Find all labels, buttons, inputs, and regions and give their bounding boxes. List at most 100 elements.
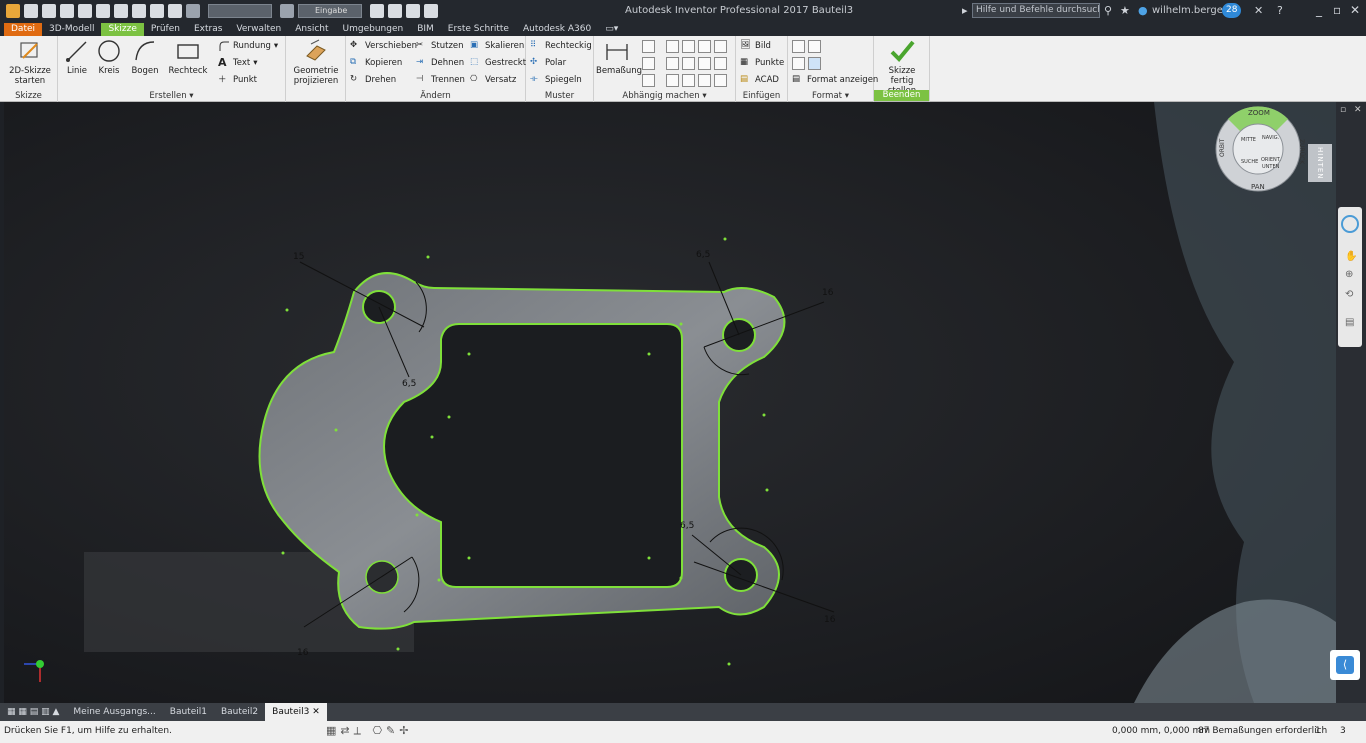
coincident-constraint-icon[interactable]	[666, 40, 679, 53]
tab-extras[interactable]: Extras	[187, 23, 229, 36]
wheel-back-label[interactable]: ZURÜCK	[1298, 139, 1305, 165]
tab-erste-schritte[interactable]: Erste Schritte	[441, 23, 516, 36]
viewport-restore-icon[interactable]: ▫	[1340, 105, 1346, 115]
tab-datei[interactable]: Datei	[4, 23, 43, 36]
wheel-look-label[interactable]: SUCHE	[1241, 159, 1258, 165]
zoom-icon[interactable]: ⊕	[1345, 269, 1353, 280]
viewport-close-icon[interactable]: ✕	[1354, 105, 1362, 115]
material-icon[interactable]	[168, 4, 182, 18]
symmetric-constraint-icon[interactable]	[698, 74, 711, 87]
orbit-icon[interactable]: ⟲	[1345, 289, 1353, 300]
doc-tab-bauteil1[interactable]: Bauteil1	[163, 703, 214, 721]
undo-icon[interactable]	[78, 4, 92, 18]
update-icon[interactable]	[132, 4, 146, 18]
open-file-icon[interactable]	[42, 4, 56, 18]
wheel-orbit-label[interactable]: ORBIT	[1219, 138, 1226, 157]
auto-dimension-icon[interactable]	[642, 40, 655, 53]
wheel-down-label[interactable]: UNTEN	[1262, 164, 1280, 170]
graphics-window[interactable]: 15 6,5 6,5 16 6,5 16 16 ZOOM ORBIT ZURÜC…	[4, 102, 1336, 703]
construction-line-icon[interactable]	[792, 40, 805, 53]
dim-label-15[interactable]: 15	[293, 252, 304, 262]
user-name[interactable]: wilhelm.berger	[1152, 5, 1227, 16]
sketch-point[interactable]	[467, 352, 471, 356]
full-navigation-wheel-icon[interactable]	[1341, 215, 1359, 233]
dim-label-6-5-left[interactable]: 6,5	[402, 379, 416, 389]
wheel-orient-label[interactable]: ORIENT.	[1261, 157, 1281, 163]
tab-bim[interactable]: BIM	[410, 23, 441, 36]
perpendicular-constraint-icon[interactable]	[682, 57, 695, 70]
fix-constraint-icon[interactable]	[714, 40, 727, 53]
select-icon[interactable]	[150, 4, 164, 18]
navigation-wheel[interactable]: ZOOM ORBIT ZURÜCK PAN MITTE NAVIG. SUCHE…	[1214, 105, 1306, 195]
app-menu-icon[interactable]	[6, 4, 20, 18]
collinear-constraint-icon[interactable]	[682, 40, 695, 53]
vertical-constraint-icon[interactable]	[714, 57, 727, 70]
tangent-constraint-icon[interactable]	[666, 74, 679, 87]
star-icon[interactable]: ★	[1120, 4, 1130, 17]
tab-verwalten[interactable]: Verwalten	[229, 23, 288, 36]
insert-acad-button[interactable]: ▤ ACAD	[740, 73, 779, 87]
sketch-point[interactable]	[723, 237, 727, 241]
sketch-point[interactable]	[447, 415, 451, 419]
split-button[interactable]: ⊣ Trennen	[416, 73, 465, 87]
tab-umgebungen[interactable]: Umgebungen	[336, 23, 411, 36]
driven-dimension-icon[interactable]	[808, 57, 821, 70]
concentric-constraint-icon[interactable]	[698, 40, 711, 53]
wheel-center-label[interactable]: MITTE	[1241, 137, 1256, 143]
sketch-point[interactable]	[415, 513, 419, 517]
wheel-pan-label[interactable]: PAN	[1251, 183, 1265, 191]
tile-view-icon[interactable]: ▦ ▦ ▤ ▥ ▲	[0, 703, 66, 721]
rectangular-pattern-button[interactable]: ⠿ Rechteckig	[530, 39, 592, 53]
sketch-point[interactable]	[437, 578, 441, 582]
tab-pruefen[interactable]: Prüfen	[144, 23, 187, 36]
arc-button[interactable]: Bogen	[130, 38, 160, 76]
extend-button[interactable]: ⇥ Dehnen	[416, 56, 464, 70]
new-file-icon[interactable]	[24, 4, 38, 18]
status-toolbar-icons[interactable]: ▦⇄⟂ ⎔✎✢	[326, 724, 412, 738]
exchange-icon[interactable]: ✕	[1254, 4, 1263, 17]
pan-icon[interactable]: ✋	[1345, 251, 1357, 262]
appearance-dropdown[interactable]: Eingabe	[298, 4, 362, 18]
appearance-icon[interactable]	[186, 4, 200, 18]
center-point-icon[interactable]	[792, 57, 805, 70]
scale-button[interactable]: ▣ Skalieren	[470, 39, 524, 53]
line-button[interactable]: Linie	[64, 38, 90, 76]
horizontal-constraint-icon[interactable]	[698, 57, 711, 70]
share-button[interactable]: ⟨	[1330, 650, 1360, 680]
circle-button[interactable]: Kreis	[96, 38, 122, 76]
redo-icon[interactable]	[96, 4, 110, 18]
stretch-button[interactable]: ⬚ Gestreckt	[470, 56, 526, 70]
appearance-dropdown-icon[interactable]	[280, 4, 294, 18]
parallel-constraint-icon[interactable]	[666, 57, 679, 70]
offset-button[interactable]: ⎔ Versatz	[470, 73, 516, 87]
sketch-point[interactable]	[647, 352, 651, 356]
move-button[interactable]: ✥ Verschieben	[350, 39, 417, 53]
point-button[interactable]: ＋ Punkt	[218, 73, 257, 87]
equal-constraint-icon[interactable]	[714, 74, 727, 87]
help-search-input[interactable]: Hilfe und Befehle durchsuchen...	[972, 3, 1100, 18]
dim-label-6-5-bottom[interactable]: 6,5	[680, 521, 694, 531]
close-icon[interactable]: ✕	[1350, 3, 1360, 17]
doc-tab-close-icon[interactable]: ✕	[312, 707, 320, 717]
material-dropdown[interactable]	[208, 4, 272, 18]
dim-label-16-bottom-right[interactable]: 16	[824, 615, 836, 625]
polar-pattern-button[interactable]: ✣ Polar	[530, 56, 566, 70]
sketch-point[interactable]	[727, 662, 731, 666]
dimension-button[interactable]: Bemaßung	[596, 38, 642, 76]
sketch-point[interactable]	[467, 556, 471, 560]
fillet-button[interactable]: Rundung ▾	[218, 39, 278, 53]
parameters-icon[interactable]	[370, 4, 384, 18]
dim-label-16-bottom[interactable]: 16	[297, 648, 309, 658]
wheel-zoom-label[interactable]: ZOOM	[1248, 109, 1270, 117]
tab-3d-modell[interactable]: 3D-Modell	[42, 23, 101, 36]
sketch-point[interactable]	[334, 428, 338, 432]
insert-points-button[interactable]: ▦ Punkte	[740, 56, 784, 70]
sketch-canvas[interactable]: 15 6,5 6,5 16 6,5 16 16	[4, 102, 1336, 703]
text-button[interactable]: A Text ▾	[218, 56, 257, 70]
tab-ansicht[interactable]: Ansicht	[288, 23, 335, 36]
sketch-point[interactable]	[281, 551, 285, 555]
viewcube-back-face[interactable]: HINTEN	[1308, 144, 1332, 182]
save-icon[interactable]	[60, 4, 74, 18]
sketch-point[interactable]	[679, 576, 683, 580]
insert-image-button[interactable]: 🖼 Bild	[740, 39, 771, 53]
